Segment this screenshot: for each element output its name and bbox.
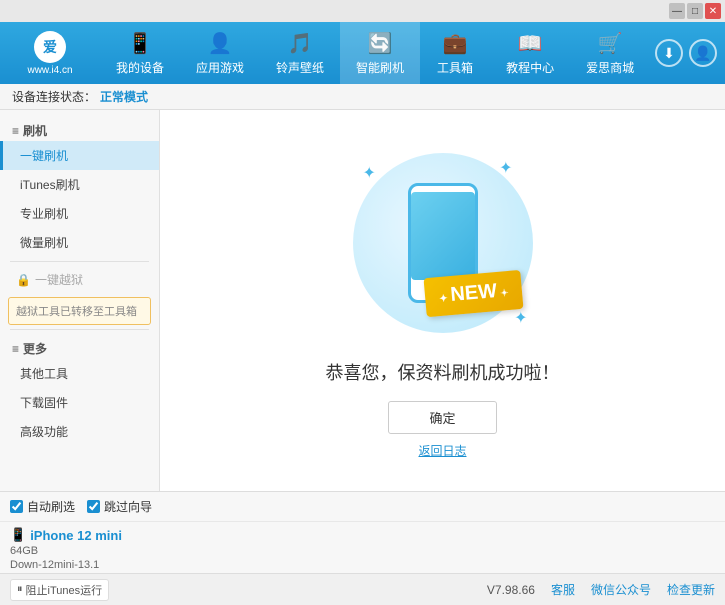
status-bar: 设备连接状态： 正常模式: [0, 84, 725, 110]
more-section-label: 更多: [23, 340, 47, 357]
download-button[interactable]: ⬇: [655, 39, 683, 67]
nav-tutorial[interactable]: 📖 教程中心: [490, 22, 570, 84]
skip-wizard-input[interactable]: [87, 500, 100, 513]
skip-wizard-checkbox[interactable]: 跳过向导: [87, 498, 152, 515]
phone-illustration: ✦ ✦ NEW ✦: [343, 143, 543, 343]
store-icon: 🛒: [598, 31, 623, 56]
user-button[interactable]: 👤: [689, 39, 717, 67]
wallpaper-icon: 🎵: [288, 31, 313, 56]
nav-my-device[interactable]: 📱 我的设备: [100, 22, 180, 84]
device-name: iPhone 12 mini: [30, 528, 122, 543]
logo-area: 爱 www.i4.cn: [0, 22, 100, 84]
nav-items: 📱 我的设备 👤 应用游戏 🎵 铃声壁纸 🔄 智能刷机 💼 工具箱 📖 教程中心…: [100, 22, 655, 84]
sidebar-more-section: ≡ 更多: [0, 334, 159, 359]
sparkle-bottom-right: ✦: [514, 308, 527, 328]
footer: ⏸ 阻止iTunes运行 V7.98.66 客服 微信公众号 检查更新: [0, 573, 725, 605]
sidebar-flash-section: ≡ 刷机: [0, 116, 159, 141]
sidebar-divider-2: [10, 329, 149, 330]
itunes-stop-label: 阻止iTunes运行: [26, 582, 103, 598]
device-storage: 64GB: [10, 545, 715, 557]
service-link[interactable]: 客服: [551, 581, 575, 598]
success-message: 恭喜您，保资料刷机成功啦！: [326, 359, 560, 385]
return-link[interactable]: 返回日志: [418, 442, 466, 459]
maximize-button[interactable]: □: [687, 3, 703, 19]
nav-smart-flash[interactable]: 🔄 智能刷机: [340, 22, 420, 84]
sparkle-top-right: ✦: [499, 158, 512, 178]
device-icon: 📱: [10, 527, 26, 543]
sidebar-item-wipe-flash[interactable]: 微量刷机: [0, 228, 159, 257]
sidebar-item-advanced[interactable]: 高级功能: [0, 417, 159, 446]
auto-flash-input[interactable]: [10, 500, 23, 513]
check-update-link[interactable]: 检查更新: [667, 581, 715, 598]
new-badge: NEW: [424, 269, 524, 316]
status-value: 正常模式: [100, 88, 148, 105]
bottom-panel: 自动刷选 跳过向导 📱 iPhone 12 mini 64GB Down-12m…: [0, 491, 725, 573]
nav-store-label: 爱思商城: [586, 59, 634, 76]
nav-wallpaper[interactable]: 🎵 铃声壁纸: [260, 22, 340, 84]
lock-icon: 🔒: [16, 273, 31, 287]
wechat-link[interactable]: 微信公众号: [591, 581, 651, 598]
more-section-icon: ≡: [12, 342, 19, 356]
title-bar: — □ ✕: [0, 0, 725, 22]
sidebar-item-download-fw[interactable]: 下载固件: [0, 388, 159, 417]
sidebar-item-one-click-flash[interactable]: 一键刷机: [0, 141, 159, 170]
sidebar-item-pro-flash[interactable]: 专业刷机: [0, 199, 159, 228]
nav-store[interactable]: 🛒 爱思商城: [570, 22, 650, 84]
footer-right: V7.98.66 客服 微信公众号 检查更新: [487, 581, 715, 598]
auto-flash-checkbox[interactable]: 自动刷选: [10, 498, 75, 515]
sidebar: ≡ 刷机 一键刷机 iTunes刷机 专业刷机 微量刷机 🔒 一键越狱 越狱工具…: [0, 110, 160, 491]
device-name-row: 📱 iPhone 12 mini: [10, 527, 715, 543]
main-layout: ≡ 刷机 一键刷机 iTunes刷机 专业刷机 微量刷机 🔒 一键越狱 越狱工具…: [0, 110, 725, 491]
confirm-button[interactable]: 确定: [388, 401, 496, 434]
toolbox-icon: 💼: [443, 31, 468, 56]
apps-games-icon: 👤: [208, 31, 233, 56]
sidebar-divider-1: [10, 261, 149, 262]
device-info: 📱 iPhone 12 mini 64GB Down-12mini-13.1: [0, 522, 725, 576]
nav-my-device-label: 我的设备: [116, 59, 164, 76]
jailbreak-label: 一键越狱: [35, 271, 83, 288]
logo-icon: 爱: [34, 31, 66, 63]
itunes-stop-icon: ⏸: [17, 583, 23, 596]
flash-section-label: 刷机: [23, 122, 47, 139]
logo-url: www.i4.cn: [27, 65, 72, 76]
sparkle-top-left: ✦: [363, 163, 376, 183]
nav-apps-games[interactable]: 👤 应用游戏: [180, 22, 260, 84]
close-button[interactable]: ✕: [705, 3, 721, 19]
footer-left: ⏸ 阻止iTunes运行: [10, 579, 109, 601]
itunes-stop-button[interactable]: ⏸ 阻止iTunes运行: [10, 579, 109, 601]
bottom-checkboxes: 自动刷选 跳过向导: [0, 492, 725, 522]
nav-toolbox[interactable]: 💼 工具箱: [420, 22, 490, 84]
sidebar-item-other-tools[interactable]: 其他工具: [0, 359, 159, 388]
flash-section-icon: ≡: [12, 124, 19, 138]
nav-toolbox-label: 工具箱: [437, 59, 473, 76]
sidebar-jailbreak-section: 🔒 一键越狱: [0, 266, 159, 293]
smart-flash-icon: 🔄: [368, 31, 393, 56]
content-area: ✦ ✦ NEW ✦ 恭喜您，保资料刷机成功啦！ 确定 返回日志: [160, 110, 725, 491]
phone-screen: [411, 192, 475, 280]
version-label: V7.98.66: [487, 583, 535, 597]
nav-wallpaper-label: 铃声壁纸: [276, 59, 324, 76]
device-firmware: Down-12mini-13.1: [10, 559, 715, 571]
nav-smart-flash-label: 智能刷机: [356, 59, 404, 76]
tutorial-icon: 📖: [518, 31, 543, 56]
nav-tutorial-label: 教程中心: [506, 59, 554, 76]
nav-apps-games-label: 应用游戏: [196, 59, 244, 76]
auto-flash-label: 自动刷选: [27, 498, 75, 515]
my-device-icon: 📱: [128, 31, 153, 56]
minimize-button[interactable]: —: [669, 3, 685, 19]
sidebar-warning: 越狱工具已转移至工具箱: [8, 297, 151, 325]
skip-wizard-label: 跳过向导: [104, 498, 152, 515]
sidebar-item-itunes-flash[interactable]: iTunes刷机: [0, 170, 159, 199]
top-nav: 爱 www.i4.cn 📱 我的设备 👤 应用游戏 🎵 铃声壁纸 🔄 智能刷机 …: [0, 22, 725, 84]
status-label: 设备连接状态：: [12, 88, 96, 105]
nav-right: ⬇ 👤: [655, 22, 725, 84]
